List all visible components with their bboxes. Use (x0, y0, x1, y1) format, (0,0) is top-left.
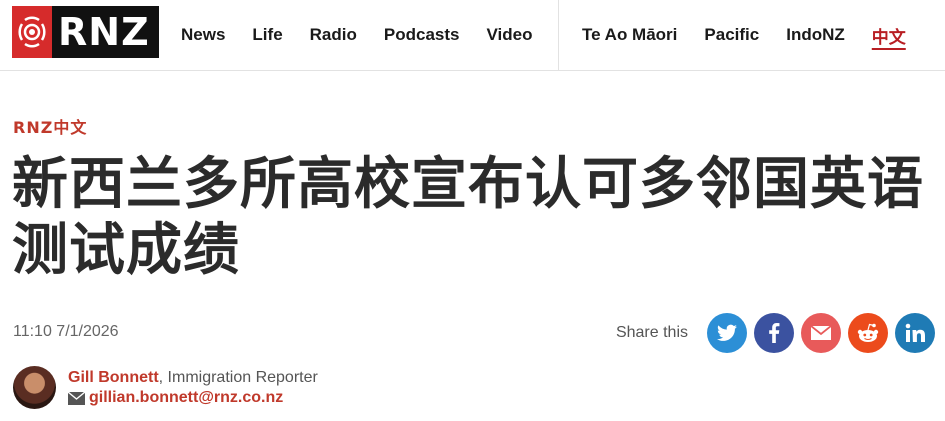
nav-divider (558, 0, 559, 70)
nav-item-video[interactable]: Video (486, 25, 532, 45)
author-email-link[interactable]: gillian.bonnett@rnz.co.nz (89, 388, 283, 408)
envelope-icon (68, 391, 85, 405)
author-avatar (13, 366, 56, 409)
facebook-icon (769, 323, 780, 343)
share-label: Share this (615, 324, 688, 341)
author-info: Gill Bonnett, Immigration Reporter gilli… (68, 368, 318, 408)
nav-item-life[interactable]: Life (252, 25, 282, 45)
linkedin-icon (905, 323, 925, 342)
share-facebook-button[interactable] (754, 313, 794, 353)
reddit-icon (857, 323, 879, 342)
secondary-nav: Te Ao Māori Pacific IndoNZ 中文 (582, 0, 933, 70)
rnz-logo-text: RNZ (58, 10, 150, 54)
author-role: , Immigration Reporter (158, 369, 318, 386)
share-email-button[interactable] (801, 313, 841, 353)
nav-item-podcasts[interactable]: Podcasts (384, 25, 460, 45)
nav-item-news[interactable]: News (181, 25, 225, 45)
article-timestamp: 11:10 7/1/2026 (13, 323, 119, 340)
share-linkedin-button[interactable] (895, 313, 935, 353)
author-line: Gill Bonnett, Immigration Reporter (68, 368, 318, 388)
nav-item-indonz[interactable]: IndoNZ (786, 25, 845, 45)
rnz-logo-mark-icon (12, 6, 52, 58)
site-header: RNZ News Life Radio Podcasts Video Te Ao… (0, 0, 945, 71)
share-reddit-button[interactable] (848, 313, 888, 353)
nav-item-te-ao-maori[interactable]: Te Ao Māori (582, 25, 677, 45)
article-headline: 新西兰多所高校宣布认可多邻国英语测试成绩 (12, 152, 924, 283)
twitter-icon (717, 324, 737, 341)
share-twitter-button[interactable] (707, 313, 747, 353)
author-name-link[interactable]: Gill Bonnett (68, 369, 159, 386)
author-email-line: gillian.bonnett@rnz.co.nz (68, 388, 318, 408)
nav-item-radio[interactable]: Radio (310, 25, 357, 45)
email-icon (811, 326, 831, 340)
nav-item-chinese[interactable]: 中文 (872, 23, 906, 48)
article-kicker[interactable]: RNZ中文 (13, 114, 87, 138)
primary-nav: News Life Radio Podcasts Video (181, 0, 559, 70)
rnz-logo[interactable]: RNZ (12, 6, 159, 58)
share-bar: Share this (616, 313, 935, 353)
nav-item-pacific[interactable]: Pacific (704, 25, 759, 45)
author-byline: Gill Bonnett, Immigration Reporter gilli… (13, 366, 318, 409)
